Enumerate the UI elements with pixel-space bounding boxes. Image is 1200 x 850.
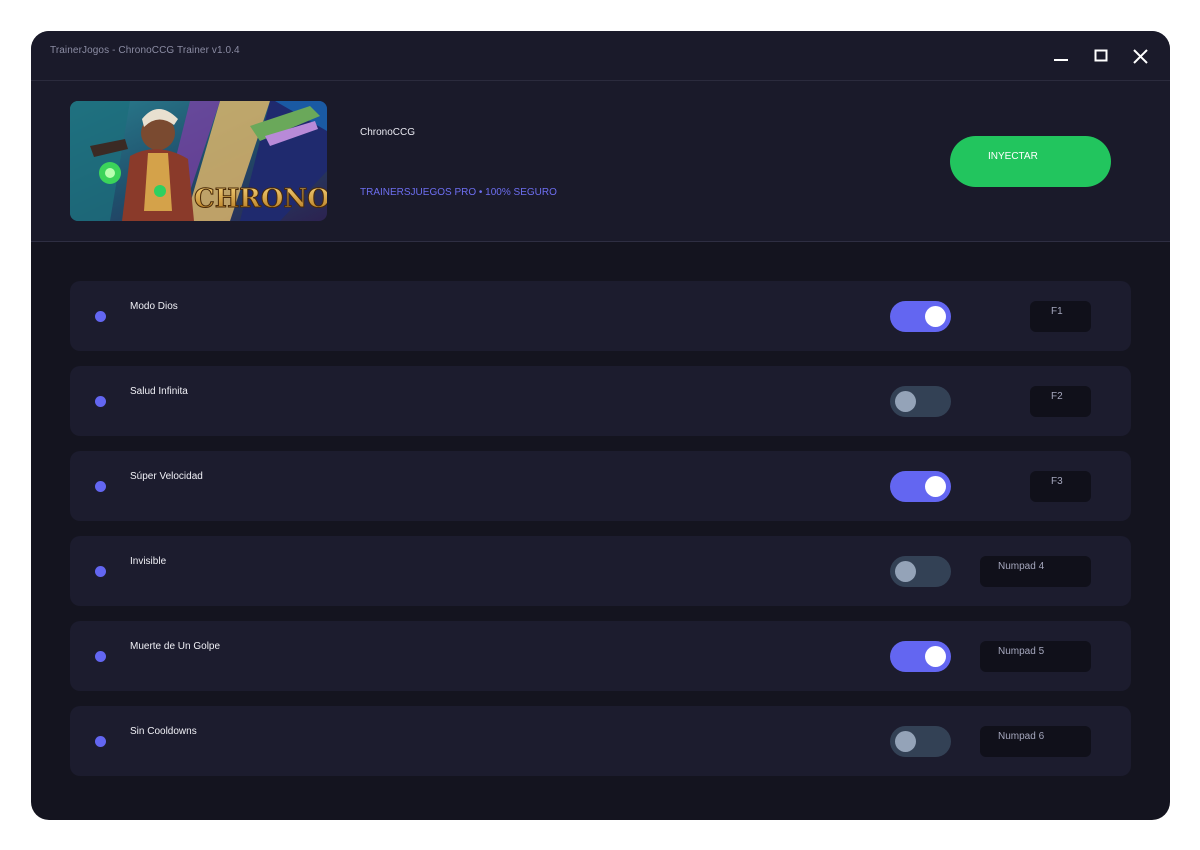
- cheat-row: Súper Velocidad F3: [70, 451, 1131, 521]
- hotkey-label: Numpad 6: [998, 731, 1045, 742]
- status-dot: [95, 396, 106, 407]
- cheat-row: Salud Infinita F2: [70, 366, 1131, 436]
- inject-button-label: INYECTAR: [988, 151, 1038, 162]
- maximize-button[interactable]: [1091, 46, 1111, 66]
- cheat-label: Invisible: [130, 556, 167, 567]
- hotkey-label: Numpad 4: [998, 561, 1045, 572]
- hotkey-button[interactable]: Numpad 6: [980, 726, 1091, 757]
- toggle-knob: [925, 476, 946, 497]
- title-bar[interactable]: TrainerJogos - ChronoCCG Trainer v1.0.4: [31, 31, 1170, 81]
- status-dot: [95, 566, 106, 577]
- hotkey-label: Numpad 5: [998, 646, 1045, 657]
- toggle-knob: [895, 561, 916, 582]
- hotkey-label: F1: [1051, 306, 1063, 317]
- cheat-toggle[interactable]: [890, 641, 951, 672]
- cheat-label: Salud Infinita: [130, 386, 188, 397]
- window-title: TrainerJogos - ChronoCCG Trainer v1.0.4: [50, 45, 240, 56]
- minimize-icon: [1054, 59, 1068, 61]
- game-banner-image: CHRONO: [70, 101, 327, 221]
- maximize-icon: [1094, 49, 1108, 62]
- toggle-knob: [895, 391, 916, 412]
- toggle-knob: [925, 306, 946, 327]
- cheat-row: Invisible Numpad 4: [70, 536, 1131, 606]
- tagline: TRAINERSJUEGOS PRO • 100% SEGURO: [360, 187, 557, 198]
- cheat-toggle[interactable]: [890, 301, 951, 332]
- cheat-label: Súper Velocidad: [130, 471, 203, 482]
- hotkey-button[interactable]: Numpad 5: [980, 641, 1091, 672]
- cheat-toggle[interactable]: [890, 471, 951, 502]
- cheat-toggle[interactable]: [890, 726, 951, 757]
- hotkey-button[interactable]: F1: [1030, 301, 1091, 332]
- cheat-label: Muerte de Un Golpe: [130, 641, 221, 652]
- status-dot: [95, 736, 106, 747]
- cheat-label: Modo Dios: [130, 301, 178, 312]
- cheat-row: Muerte de Un Golpe Numpad 5: [70, 621, 1131, 691]
- cheat-toggle[interactable]: [890, 386, 951, 417]
- close-button[interactable]: [1131, 46, 1151, 66]
- toggle-knob: [895, 731, 916, 752]
- status-dot: [95, 311, 106, 322]
- cheat-row: Modo Dios F1: [70, 281, 1131, 351]
- cheat-label: Sin Cooldowns: [130, 726, 197, 737]
- close-icon: [1133, 49, 1148, 64]
- status-dot: [95, 481, 106, 492]
- svg-text:CHRONO: CHRONO: [194, 184, 327, 214]
- status-dot: [95, 651, 106, 662]
- game-title: ChronoCCG: [360, 127, 416, 138]
- toggle-knob: [925, 646, 946, 667]
- minimize-button[interactable]: [1051, 46, 1071, 66]
- inject-button[interactable]: INYECTAR: [950, 136, 1111, 187]
- game-header: CHRONO ChronoCCG TRAINERSJUEGOS PRO • 10…: [31, 81, 1170, 242]
- cheat-toggle[interactable]: [890, 556, 951, 587]
- hotkey-button[interactable]: F2: [1030, 386, 1091, 417]
- trainer-window: TrainerJogos - ChronoCCG Trainer v1.0.4: [31, 31, 1170, 820]
- cheat-row: Sin Cooldowns Numpad 6: [70, 706, 1131, 776]
- hotkey-label: F3: [1051, 476, 1063, 487]
- hotkey-button[interactable]: Numpad 4: [980, 556, 1091, 587]
- hotkey-button[interactable]: F3: [1030, 471, 1091, 502]
- hotkey-label: F2: [1051, 391, 1063, 402]
